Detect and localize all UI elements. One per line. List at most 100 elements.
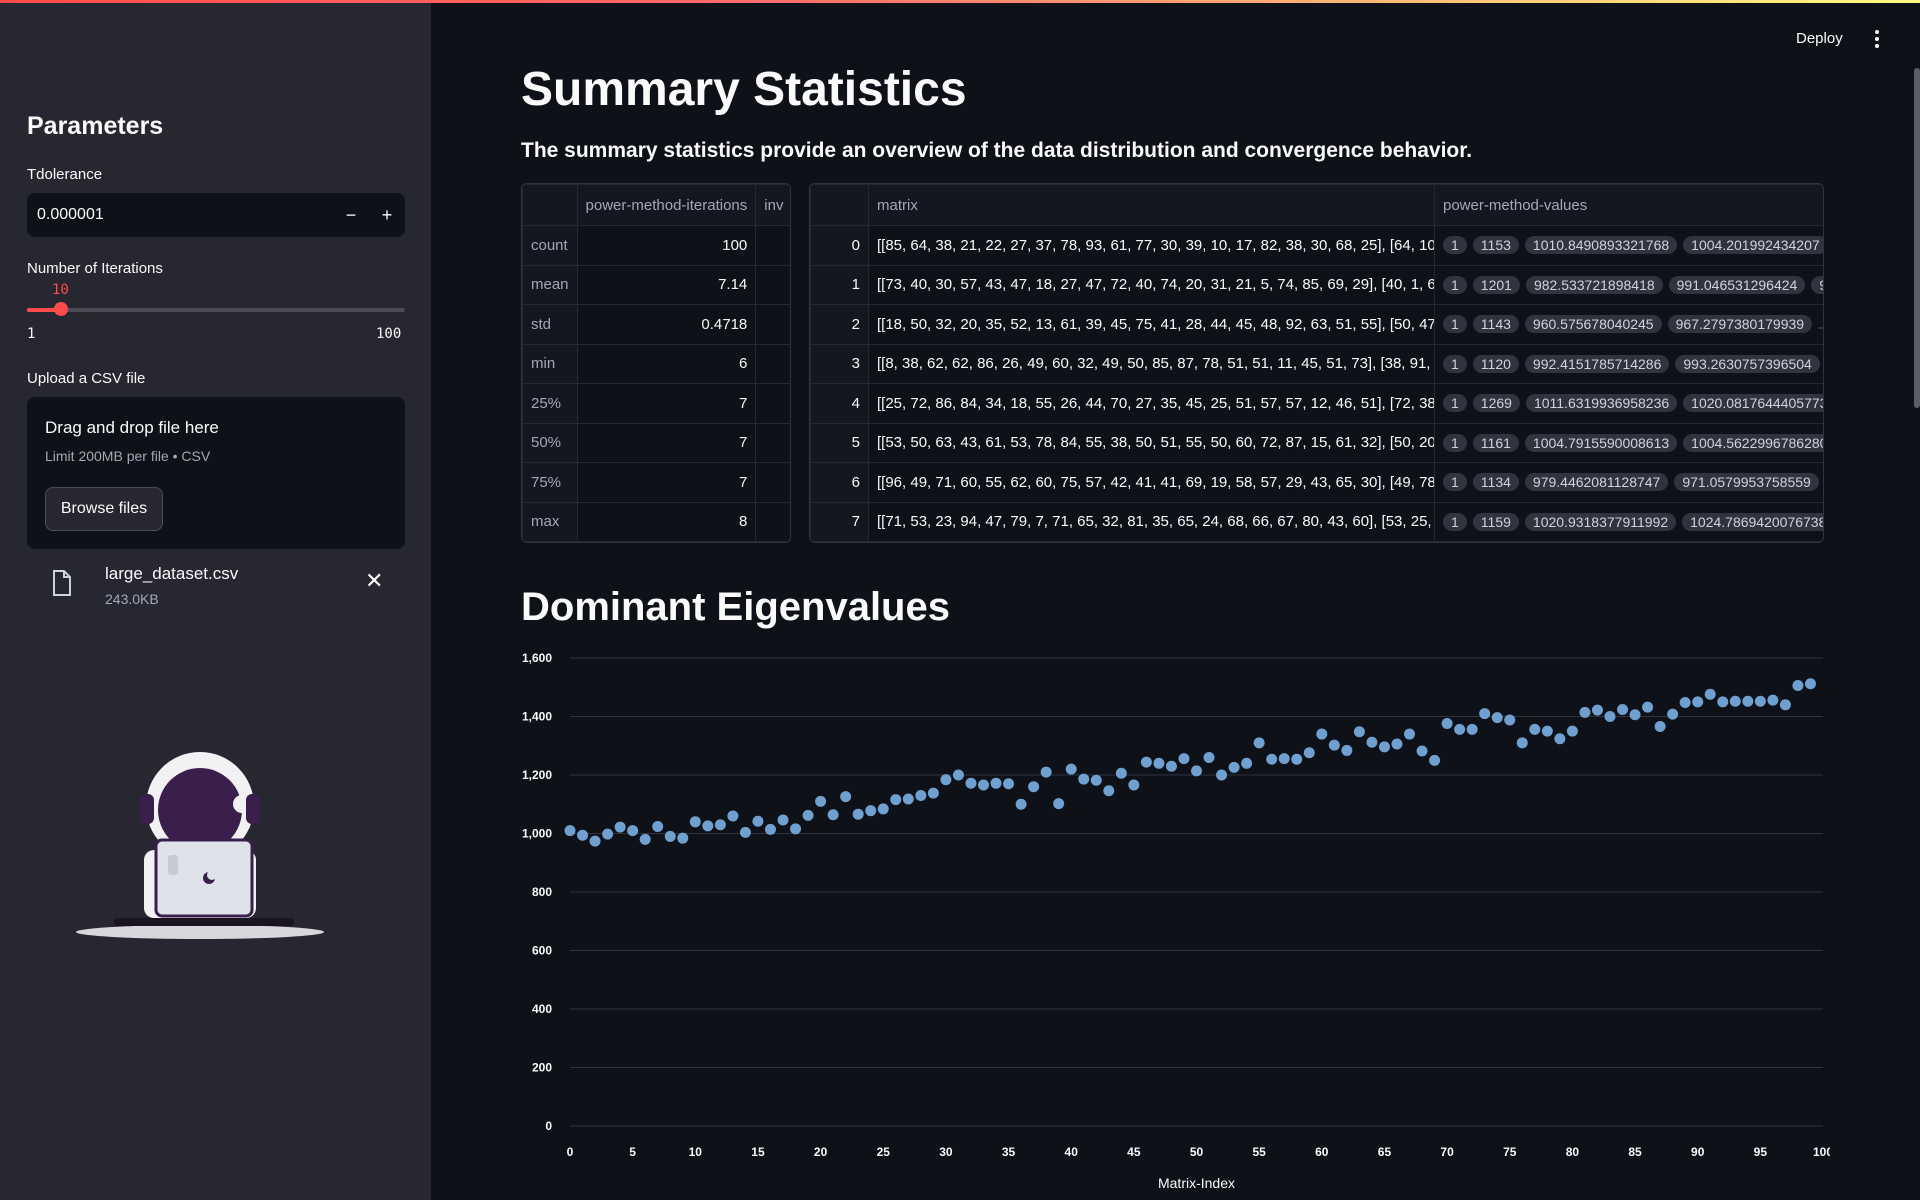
data-point[interactable] [764, 823, 776, 835]
data-point[interactable] [602, 828, 614, 840]
data-point[interactable] [1028, 781, 1040, 793]
data-point[interactable] [627, 825, 639, 837]
data-point[interactable] [1529, 723, 1541, 735]
eigenvalue-scatter-chart[interactable]: 0 200 400 600 800 1,000 1,200 1,400 1,600 0 5 10 15 2… [510, 640, 1830, 1200]
data-point[interactable] [1466, 723, 1478, 735]
data-point[interactable] [1504, 714, 1516, 726]
data-point[interactable] [1153, 757, 1165, 769]
data-point[interactable] [1103, 785, 1115, 797]
stats-row[interactable]: mean 7.14 [522, 264, 790, 305]
data-point[interactable] [677, 832, 689, 844]
data-point[interactable] [1140, 756, 1152, 768]
stats-col-iterations[interactable]: power-method-iterations [576, 184, 757, 226]
tolerance-value[interactable]: 0.000001 [27, 206, 333, 224]
data-point[interactable] [1717, 696, 1729, 708]
data-row[interactable]: 5 [[53, 50, 63, 43, 61, 53, 78, 84, 55, 3… [810, 422, 1823, 463]
data-point[interactable] [1779, 699, 1791, 711]
data-point[interactable] [840, 791, 852, 803]
data-point[interactable] [1090, 774, 1102, 786]
data-row[interactable]: 7 [[71, 53, 23, 94, 47, 79, 7, 71, 65, 32… [810, 501, 1823, 542]
data-point[interactable] [890, 794, 902, 806]
data-point[interactable] [1754, 695, 1766, 707]
data-point[interactable] [1629, 709, 1641, 721]
scrollbar[interactable] [1914, 68, 1920, 408]
data-point[interactable] [1767, 694, 1779, 706]
stats-row[interactable]: 75% 7 [522, 462, 790, 503]
data-point[interactable] [689, 816, 701, 828]
data-point[interactable] [790, 823, 802, 835]
data-point[interactable] [1203, 751, 1215, 763]
data-row[interactable]: 0 [[85, 64, 38, 21, 22, 27, 37, 78, 93, 6… [810, 225, 1823, 266]
data-point[interactable] [1479, 708, 1491, 720]
data-point[interactable] [614, 821, 626, 833]
data-point[interactable] [915, 789, 927, 801]
data-point[interactable] [1429, 754, 1441, 766]
data-point[interactable] [1065, 763, 1077, 775]
data-point[interactable] [1228, 761, 1240, 773]
data-point[interactable] [1165, 760, 1177, 772]
data-col-power-method-values[interactable]: power-method-values [1434, 184, 1823, 226]
data-point[interactable] [1328, 739, 1340, 751]
stats-row[interactable]: min 6 [522, 343, 790, 384]
data-point[interactable] [1692, 696, 1704, 708]
stats-col-index[interactable] [522, 184, 578, 226]
increment-button[interactable]: + [369, 193, 405, 237]
data-point[interactable] [1015, 798, 1027, 810]
stats-row[interactable]: max 8 [522, 501, 790, 542]
data-point[interactable] [1303, 747, 1315, 759]
data-point[interactable] [1704, 688, 1716, 700]
data-point[interactable] [1742, 695, 1754, 707]
data-point[interactable] [1353, 726, 1365, 738]
data-point[interactable] [702, 820, 714, 832]
data-point[interactable] [1416, 745, 1428, 757]
data-point[interactable] [1115, 767, 1127, 779]
data-point[interactable] [1216, 769, 1228, 781]
data-point[interactable] [1441, 718, 1453, 730]
stats-col-inv[interactable]: inv [755, 184, 790, 226]
stats-row[interactable]: count 100 [522, 225, 790, 266]
data-point[interactable] [1642, 701, 1654, 713]
data-point[interactable] [865, 805, 877, 817]
data-point[interactable] [1128, 779, 1140, 791]
data-point[interactable] [877, 803, 889, 815]
data-point[interactable] [1554, 733, 1566, 745]
data-point[interactable] [1667, 708, 1679, 720]
data-point[interactable] [1378, 741, 1390, 753]
data-point[interactable] [1366, 736, 1378, 748]
data-point[interactable] [1516, 737, 1528, 749]
data-col-matrix[interactable]: matrix [868, 184, 1435, 226]
data-point[interactable] [1191, 765, 1202, 777]
data-point[interactable] [1566, 725, 1578, 737]
data-point[interactable] [1541, 725, 1553, 737]
decrement-button[interactable]: − [333, 193, 369, 237]
data-point[interactable] [990, 777, 1002, 789]
slider-thumb[interactable] [54, 302, 69, 316]
data-point[interactable] [1792, 679, 1804, 691]
data-point[interactable] [714, 819, 726, 831]
data-point[interactable] [927, 787, 939, 799]
data-point[interactable] [664, 830, 676, 842]
data-point[interactable] [1291, 753, 1303, 765]
data-point[interactable] [752, 815, 764, 827]
data-point[interactable] [1278, 753, 1290, 765]
data-point[interactable] [1591, 704, 1603, 716]
data-point[interactable] [652, 820, 664, 832]
data-table[interactable]: matrix power-method-values 0 [[85, 64, 38… [809, 183, 1824, 543]
data-point[interactable] [1454, 723, 1466, 735]
data-point[interactable] [739, 826, 751, 838]
main-menu-icon[interactable] [1873, 30, 1881, 48]
file-dropzone[interactable]: Drag and drop file here Limit 200MB per … [27, 397, 405, 549]
data-point[interactable] [965, 777, 977, 789]
data-point[interactable] [952, 769, 964, 781]
data-point[interactable] [1679, 696, 1691, 708]
data-point[interactable] [1804, 678, 1816, 690]
data-point[interactable] [1253, 737, 1265, 749]
deploy-button[interactable]: Deploy [1796, 30, 1843, 47]
data-point[interactable] [1040, 766, 1052, 778]
data-point[interactable] [1617, 703, 1629, 715]
iterations-slider[interactable] [27, 302, 405, 316]
data-point[interactable] [902, 793, 914, 805]
data-point[interactable] [1579, 706, 1591, 718]
data-point[interactable] [940, 774, 952, 786]
data-point[interactable] [1654, 720, 1666, 732]
